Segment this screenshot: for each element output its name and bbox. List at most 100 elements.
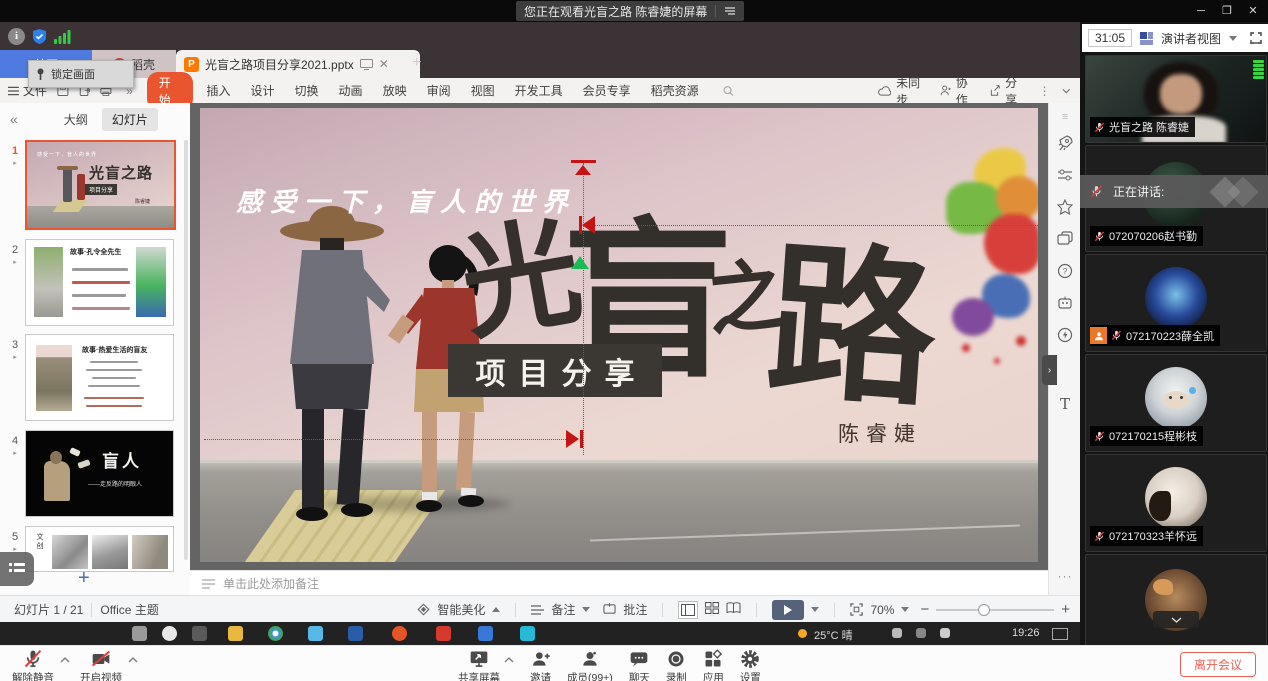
help-icon[interactable]: ?: [1057, 263, 1073, 279]
new-tab-button[interactable]: +: [412, 54, 421, 72]
zoom-slider-knob[interactable]: [978, 604, 990, 616]
taskbar-app-icon[interactable]: [520, 626, 535, 641]
add-slide-button[interactable]: +: [78, 567, 90, 590]
menu-review[interactable]: 审阅: [417, 82, 461, 99]
ribbon-more-icon[interactable]: ⋮: [1039, 84, 1051, 98]
notes-caret-icon[interactable]: [582, 607, 590, 612]
notes-bar[interactable]: 单击此处添加备注: [190, 570, 1060, 596]
collapse-panel-icon[interactable]: «: [10, 111, 18, 127]
leave-meeting-button[interactable]: 离开会议: [1180, 652, 1256, 677]
invite-button[interactable]: 邀请: [530, 649, 551, 681]
video-tile[interactable]: 072170215程彬枝: [1085, 354, 1267, 452]
marker-left-triangle[interactable]: [582, 216, 595, 234]
view-grid-button[interactable]: [705, 602, 719, 617]
mic-options-caret-icon[interactable]: [60, 657, 70, 663]
menu-transition[interactable]: 切换: [285, 82, 329, 99]
command-search-input[interactable]: [734, 83, 878, 99]
start-video-button[interactable]: 开启视频: [80, 649, 122, 681]
close-button[interactable]: ✕: [1240, 0, 1266, 22]
zoom-slider[interactable]: [936, 609, 1054, 611]
comments-button[interactable]: 批注: [623, 601, 647, 618]
rocket-icon[interactable]: [1057, 135, 1073, 151]
taskbar-app-icon[interactable]: [478, 626, 493, 641]
menu-devtools[interactable]: 开发工具: [505, 82, 573, 99]
shield-icon[interactable]: [31, 28, 48, 45]
assistant-icon[interactable]: [1057, 295, 1073, 311]
main-slide[interactable]: 感受一下，盲人的世界 光 盲 之 路 项目分享 陈睿婕: [200, 108, 1038, 562]
settings-button[interactable]: 设置: [740, 649, 761, 681]
view-normal-button[interactable]: [678, 601, 698, 619]
video-tile-presenter[interactable]: 光盲之路 陈睿婕: [1085, 55, 1267, 143]
zoom-in-button[interactable]: +: [1061, 601, 1070, 618]
view-reading-button[interactable]: [726, 602, 741, 617]
tray-icon[interactable]: [940, 628, 950, 638]
view-mode-label[interactable]: 演讲者视图: [1161, 30, 1221, 47]
notes-button[interactable]: 备注: [551, 601, 575, 618]
play-caret-icon[interactable]: [811, 607, 819, 612]
adjust-icon[interactable]: [1057, 167, 1073, 183]
marker-green-triangle[interactable]: [571, 256, 589, 269]
menu-docer-res[interactable]: 稻壳资源: [641, 82, 709, 99]
chat-button[interactable]: 聊天: [629, 649, 650, 681]
play-slideshow-button[interactable]: [772, 600, 804, 620]
tab-outline[interactable]: 大纲: [56, 108, 96, 131]
expand-pane-tab[interactable]: ›: [1042, 355, 1057, 385]
notification-center-icon[interactable]: [1052, 628, 1068, 640]
marker-bottom-bar[interactable]: [580, 430, 583, 448]
info-icon[interactable]: i: [8, 28, 25, 45]
text-tool-icon[interactable]: T: [1049, 395, 1080, 413]
theme-label[interactable]: Office 主题: [100, 601, 158, 618]
layers-icon[interactable]: [1057, 231, 1073, 247]
taskbar-search-icon[interactable]: [162, 626, 177, 641]
banner-menu-icon[interactable]: [724, 6, 736, 16]
zoom-caret-icon[interactable]: [901, 607, 909, 612]
signal-bars-icon[interactable]: [54, 29, 71, 44]
menu-member[interactable]: 会员专享: [573, 82, 641, 99]
share-options-caret-icon[interactable]: [504, 657, 514, 663]
strip-handle-icon[interactable]: ≡: [1049, 111, 1080, 123]
zoom-out-button[interactable]: −: [920, 601, 929, 618]
flash-icon[interactable]: [1057, 327, 1073, 343]
taskbar-clock[interactable]: 19:26: [1012, 627, 1040, 639]
effects-star-icon[interactable]: [1057, 199, 1073, 215]
fit-screen-icon[interactable]: [850, 603, 863, 616]
tray-icon[interactable]: [892, 628, 902, 638]
taskbar-app-icon[interactable]: [436, 626, 451, 641]
ribbon-collapse-icon[interactable]: [1062, 88, 1070, 94]
marker-bottom-triangle[interactable]: [566, 430, 579, 448]
marker-top-triangle[interactable]: [575, 165, 591, 175]
slide-thumbnail-1[interactable]: 感受一下，盲人的世界 光盲之路 项目分享 陈睿婕: [25, 140, 176, 230]
view-mode-caret-icon[interactable]: [1229, 36, 1237, 41]
taskbar-browser-icon[interactable]: [268, 626, 283, 641]
marker-top-bar[interactable]: [571, 160, 596, 163]
minimize-button[interactable]: ─: [1188, 0, 1214, 22]
collapse-tiles-button[interactable]: [1153, 611, 1199, 628]
video-options-caret-icon[interactable]: [128, 657, 138, 663]
cast-icon[interactable]: [360, 59, 373, 70]
tab-document[interactable]: P 光盲之路项目分享2021.pptx ✕: [176, 50, 420, 78]
slide-thumbnail-3[interactable]: 故事·热爱生活的盲友: [25, 334, 174, 421]
fullscreen-icon[interactable]: [1250, 32, 1262, 44]
video-tile[interactable]: 072170223薛全凯: [1085, 254, 1267, 352]
taskbar-store-icon[interactable]: [308, 626, 323, 641]
record-button[interactable]: 录制: [666, 649, 687, 681]
slide-thumbnail-5[interactable]: 文创: [25, 526, 174, 572]
video-tile[interactable]: [1085, 554, 1267, 647]
slide-thumbnail-2[interactable]: 故事·孔令全先生: [25, 239, 174, 326]
menu-view[interactable]: 视图: [461, 82, 505, 99]
slide-thumbnail-4[interactable]: 盲人 ——走反路的明眼人: [25, 430, 174, 517]
panel-scrollbar[interactable]: [184, 140, 188, 560]
share-screen-button[interactable]: 共享屏幕: [458, 649, 500, 681]
taskbar-app-icon[interactable]: [192, 626, 207, 641]
members-button[interactable]: 成员(99+): [567, 649, 613, 681]
beautify-label[interactable]: 智能美化: [437, 601, 485, 618]
taskbar-app-icon[interactable]: [348, 626, 363, 641]
view-switch-float-button[interactable]: [0, 552, 34, 586]
zoom-level[interactable]: 70%: [870, 603, 894, 617]
apps-button[interactable]: 应用: [703, 649, 724, 681]
menu-insert[interactable]: 插入: [197, 82, 241, 99]
taskbar-app-icon[interactable]: [132, 626, 147, 641]
tab-slides[interactable]: 幻灯片: [102, 108, 158, 131]
taskbar-folder-icon[interactable]: [228, 626, 243, 641]
maximize-button[interactable]: ❐: [1214, 0, 1240, 22]
